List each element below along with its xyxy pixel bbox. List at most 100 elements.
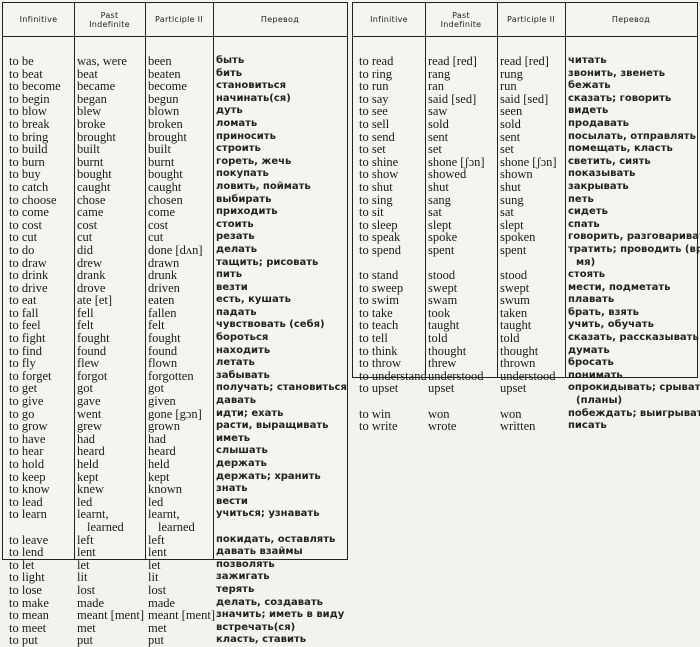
table-row: to see saw seen видеть [353,105,697,118]
infinitive-cell: to come [9,206,49,219]
infinitive-cell: to spend [359,244,401,257]
past-indefinite-cell-text: caught [77,179,111,194]
translation-cell: тащить; рисовать [216,257,318,270]
infinitive-cell: to lose [9,584,42,597]
translation-cell-text: спать [568,218,600,230]
participle-cell: lit [148,571,158,584]
participle-cell-text: come [148,205,176,220]
translation-cell: учить, обучать [568,319,654,332]
infinitive-cell: to break [9,118,50,131]
translation-cell-text: тратить; проводить (вре- [568,243,700,255]
participle-cell: meant [ment] [148,609,215,622]
past-indefinite-cell: ran [428,80,444,93]
past-indefinite-cell: ate [et] [77,294,112,307]
participle-cell: done [dʌn] [148,244,203,257]
table-row: to say said [sed] said [sed] сказать; говор… [353,93,697,106]
translation-cell: значить; иметь в виду [216,609,344,622]
participle-cell: broken [148,118,183,131]
translation-cell-text: давать [216,395,257,407]
participle-cell-text: swum [500,293,530,308]
verb-table-left: Infinitive Past Indefinite Participle II… [2,2,348,646]
table-row: to make made made делать, создавать [3,595,347,610]
translation-cell-text: сидеть [568,206,608,218]
participle-cell: held [148,458,170,471]
translation-cell-text: идти; ехать [216,407,284,419]
past-indefinite-cell-text: ate [et] [77,293,113,308]
translation-cell-text: строить [216,143,261,155]
past-indefinite-cell: lost [77,584,95,597]
translation-cell: светить, сиять [568,156,651,169]
translation-cell: пить [216,269,242,282]
translation-cell-text: иметь [216,432,251,444]
past-indefinite-cell: swam [428,294,457,307]
participle-cell-text: sat [500,205,514,220]
participle-cell-text: set [500,142,514,157]
past-indefinite-cell: flew [77,357,99,370]
translation-cell-text: ломать [216,117,258,129]
past-indefinite-cell-text: shut [428,179,449,194]
table-row: to catch caught caught ловить, поймать [3,181,347,194]
translation-cell: находить [216,345,270,358]
past-indefinite-cell: set [428,143,442,156]
participle-cell-text: given [148,394,176,409]
participle-cell: known [148,483,182,496]
infinitive-cell-text: to grow [9,419,48,434]
participle-cell: put [148,634,164,647]
translation-cell-text: получать; становиться [216,382,347,394]
infinitive-cell-text: to hold [9,457,45,471]
past-indefinite-cell: stood [428,269,455,282]
translation-cell-text: бороться [216,332,269,344]
past-indefinite-cell-text: met [77,620,96,635]
translation-cell: бороться [216,332,268,345]
past-indefinite-cell: shut [428,181,449,194]
infinitive-cell-text: to break [9,116,50,131]
past-indefinite-cell: met [77,622,96,635]
translation-cell-text: побеждать; выигрывать [568,407,700,419]
infinitive-cell-text: to swim [359,293,399,308]
translation-cell: мести, подметать [568,282,670,295]
translation-cell: позволять [216,559,275,572]
table-row: to stand stood stood стоять [353,269,697,282]
translation-cell: приносить [216,131,276,144]
participle-cell: lost [148,584,166,597]
header-participle: Participle II [154,15,204,24]
participle-cell: caught [148,181,181,194]
past-indefinite-cell-text: built [77,142,100,157]
infinitive-cell: to grow [9,420,48,433]
past-indefinite-cell-text: told [428,331,448,346]
infinitive-cell: to write [359,420,398,433]
past-indefinite-cell: meant [ment] [77,609,144,622]
table-row: to sit sat sat сидеть [353,206,697,219]
infinitive-cell: to make [9,596,49,610]
infinitive-cell: to become [9,80,61,93]
table-row: to do did done [dʌn] делать [3,244,347,257]
table-row: to let let let позволять [3,559,347,572]
table-row: to write wrote written писать [353,420,697,433]
table-row: to forget forgot forgotten забывать [3,370,347,383]
header-infinitive: Infinitive [19,15,58,24]
table-row: to learn learnt, learned learnt, learned учит… [3,508,347,533]
infinitive-cell: to sit [359,206,384,219]
table-row: to bring brought brought приносить [3,130,347,144]
past-indefinite-cell-text: grew [77,419,102,434]
translation-cell: знать [216,483,248,496]
table-row: to hold held held держать [3,458,347,471]
translation-cell: брать, взять [568,307,639,320]
past-indefinite-cell-text: set [428,142,442,157]
translation-cell: сидеть [568,206,608,219]
participle-cell-text: made [148,595,176,610]
past-indefinite-cell-text: made [77,595,105,610]
table-row: to meet met met встречать(ся) [3,622,347,635]
translation-cell: гореть, жечь [216,156,291,169]
translation-cell-text: посылать, отправлять [568,130,696,142]
past-indefinite-cell-text: gave [77,394,101,409]
table-row: to fall fell fallen падать [3,307,347,320]
infinitive-cell-text: to drink [9,268,49,283]
participle-cell: grown [148,420,180,433]
participle-cell: built [148,143,171,156]
participle-cell: shut [500,181,521,194]
translation-cell: идти; ехать [216,408,283,421]
translation-cell: встречать(ся) [216,622,295,635]
participle-cell: thrown [500,357,535,370]
infinitive-cell-text: to lend [9,545,44,560]
